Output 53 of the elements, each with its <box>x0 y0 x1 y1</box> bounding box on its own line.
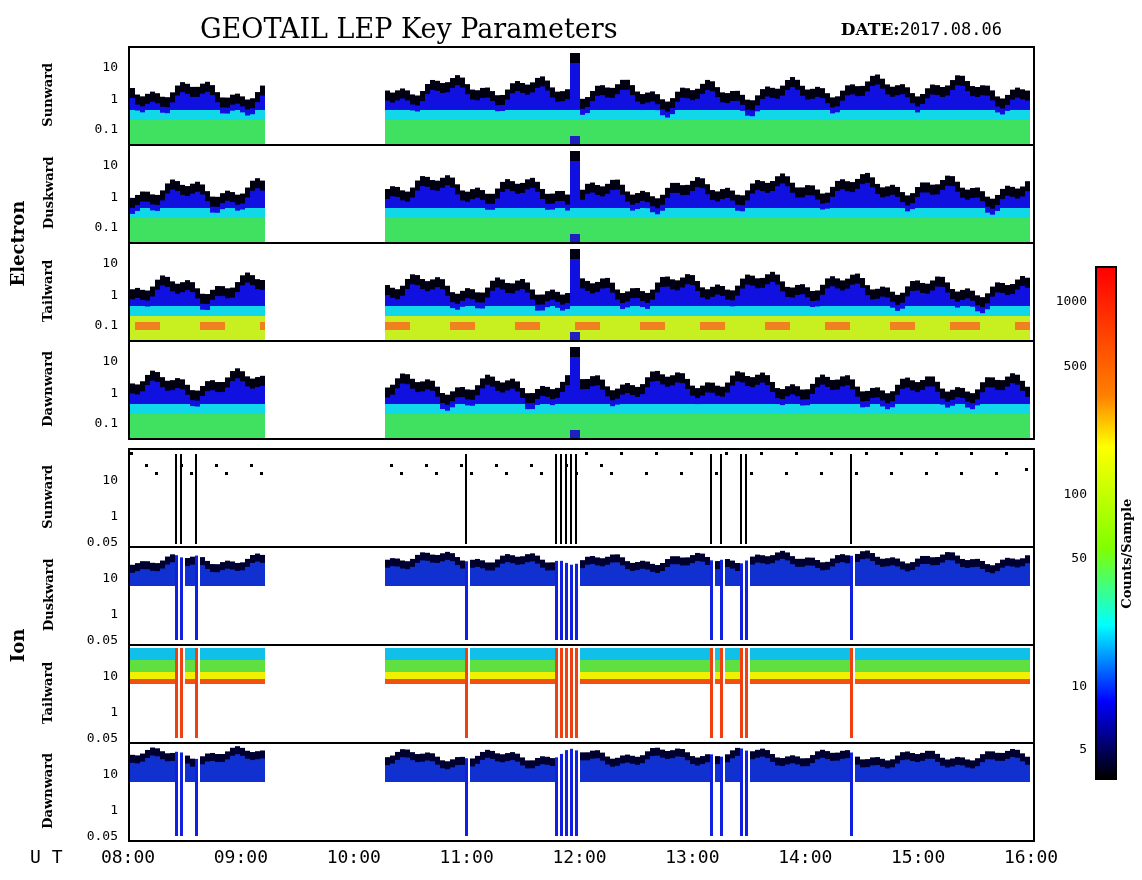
colorbar-tick-label: 500 <box>1063 358 1087 372</box>
y-tick-label: 10 <box>102 766 118 780</box>
y-tick-label: 1 <box>110 91 118 105</box>
y-tick-label: 0.05 <box>86 828 118 842</box>
direction-label: Dawnward <box>39 351 57 427</box>
colorbar-tick-label: 100 <box>1063 486 1087 500</box>
time-tick-label: 12:00 <box>552 848 607 866</box>
colorbar-tick-label: 10 <box>1071 678 1087 692</box>
y-tick-label: 0.1 <box>94 415 118 429</box>
y-tick-label: 10 <box>102 59 118 73</box>
group-label: Ion <box>6 628 30 662</box>
direction-label: Dawnward <box>39 753 57 829</box>
colorbar-tick-label: 5 <box>1079 741 1087 755</box>
y-tick-label: 10 <box>102 668 118 682</box>
y-tick-label: 10 <box>102 472 118 486</box>
y-tick-label: 10 <box>102 570 118 584</box>
colorbar-tick-label: 1000 <box>1055 293 1087 307</box>
y-tick-label: 0.05 <box>86 730 118 744</box>
y-tick-label: 0.1 <box>94 317 118 331</box>
y-tick-label: 1 <box>110 189 118 203</box>
y-tick-label: 0.1 <box>94 219 118 233</box>
y-tick-label: 1 <box>110 385 118 399</box>
y-tick-label: 10 <box>102 157 118 171</box>
y-tick-label: 10 <box>102 255 118 269</box>
direction-label: Duskward <box>39 558 57 632</box>
direction-label: Sunward <box>39 465 57 529</box>
time-tick-label: 08:00 <box>100 848 156 866</box>
time-tick-label: 11:00 <box>439 848 494 866</box>
time-tick-label: 14:00 <box>778 848 833 866</box>
y-tick-label: 0.05 <box>86 632 118 646</box>
time-tick-label: 10:00 <box>326 848 381 866</box>
time-tick-label: 13:00 <box>665 848 720 866</box>
direction-label: Tailward <box>39 259 57 323</box>
y-tick-label: 1 <box>110 802 118 816</box>
time-axis-label: U T <box>29 848 64 868</box>
direction-label: Tailward <box>39 661 57 725</box>
y-tick-label: 10 <box>102 353 118 367</box>
colorbar-label: Counts/Sample <box>1118 499 1136 609</box>
time-tick-label: 15:00 <box>891 848 946 866</box>
group-label: Electron <box>6 200 30 286</box>
time-tick-label: 09:00 <box>213 848 268 866</box>
direction-label: Duskward <box>39 156 57 230</box>
y-tick-label: 1 <box>110 508 118 522</box>
time-tick-label: 16:00 <box>1003 848 1059 866</box>
y-tick-label: 1 <box>110 287 118 301</box>
y-tick-label: 0.05 <box>86 534 118 548</box>
y-tick-label: 1 <box>110 606 118 620</box>
chart-title: GEOTAIL LEP Key Parameters <box>200 15 618 42</box>
y-tick-label: 1 <box>110 704 118 718</box>
colorbar-tick-label: 50 <box>1071 550 1087 564</box>
y-tick-label: 0.1 <box>94 121 118 135</box>
direction-label: Sunward <box>39 63 57 127</box>
date-label: DATE:2017.08.06 <box>840 17 1002 41</box>
